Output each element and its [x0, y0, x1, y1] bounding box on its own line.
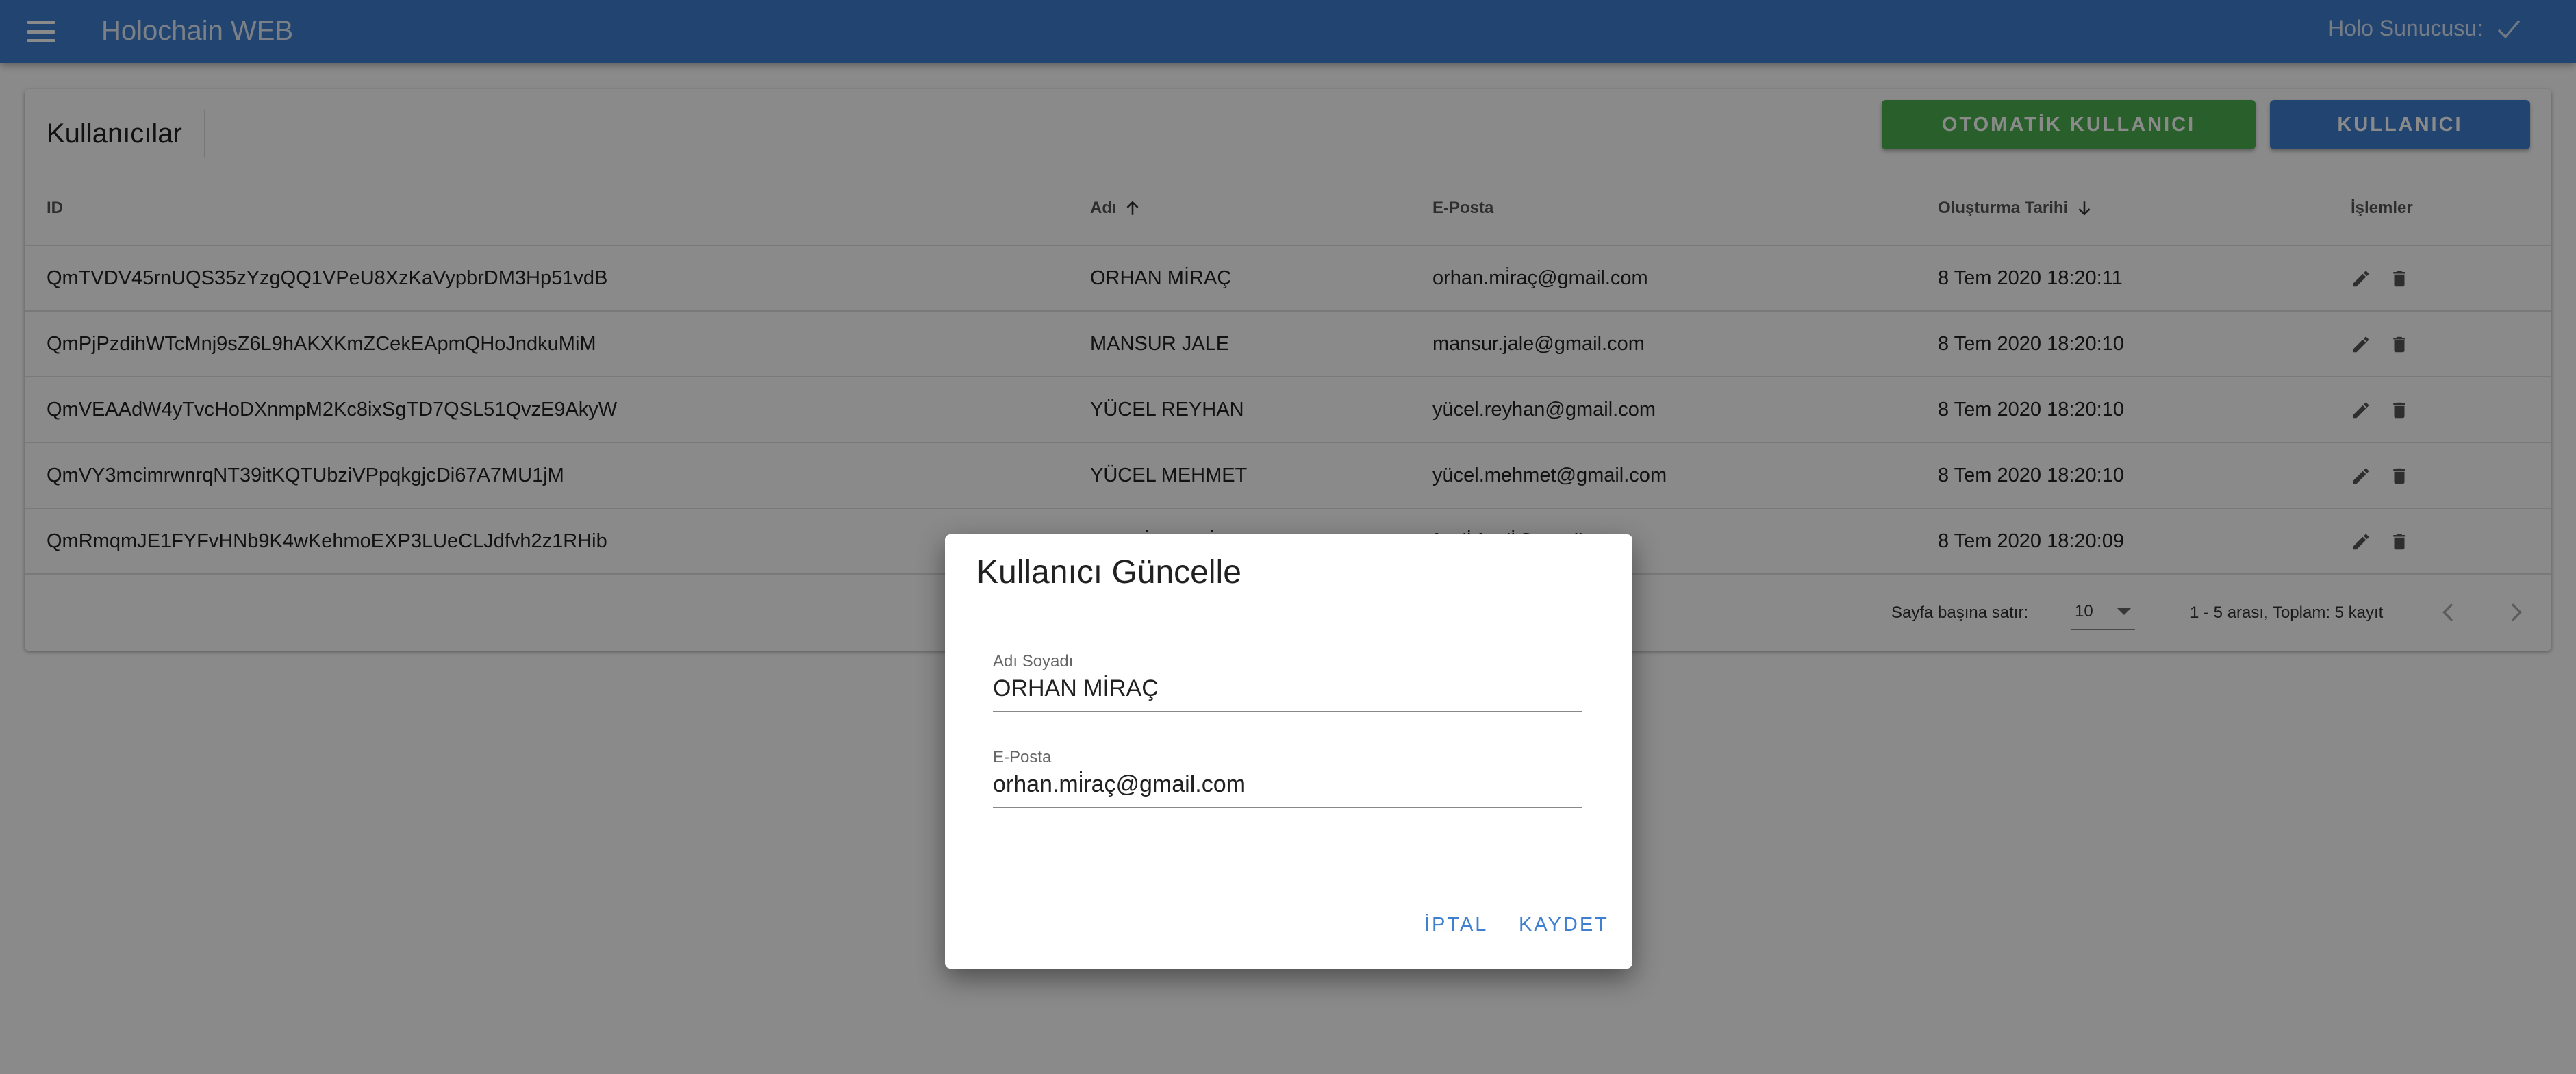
name-field: Adı Soyadı: [993, 652, 1582, 712]
name-input[interactable]: [993, 671, 1582, 705]
name-field-label: Adı Soyadı: [993, 652, 1074, 671]
email-field-label: E-Posta: [993, 748, 1052, 766]
email-field: E-Posta: [993, 748, 1582, 808]
save-button[interactable]: KAYDET: [1519, 907, 1609, 942]
email-input[interactable]: [993, 767, 1582, 801]
cancel-button[interactable]: İPTAL: [1424, 907, 1488, 942]
dialog-title: Kullanıcı Güncelle: [976, 554, 1241, 590]
update-user-dialog: Kullanıcı Güncelle Adı Soyadı E-Posta İP…: [945, 534, 1632, 969]
